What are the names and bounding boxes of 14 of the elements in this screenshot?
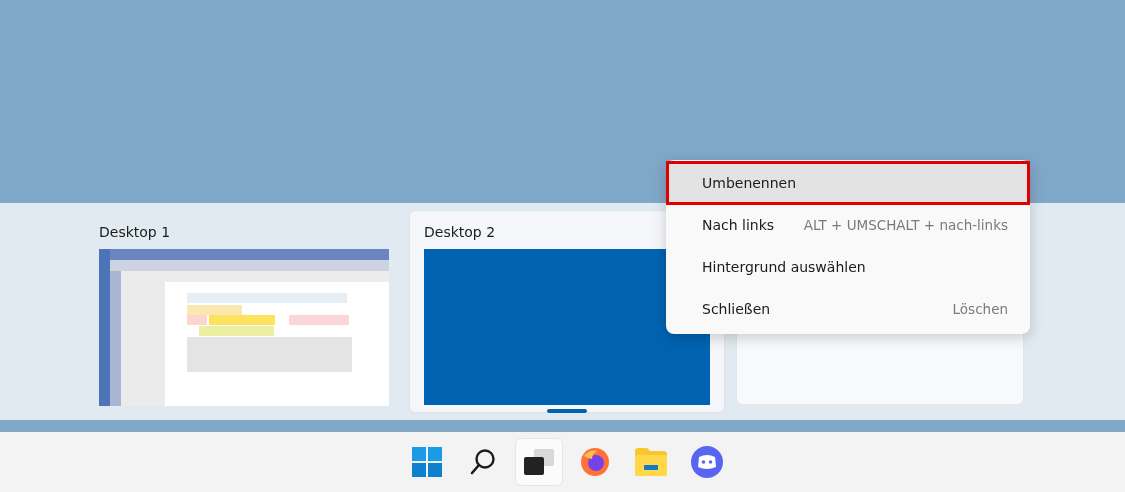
menu-item[interactable]: Schließen Löschen <box>667 288 1029 330</box>
task-view-icon <box>523 449 554 475</box>
browser-icon <box>579 447 610 477</box>
menu-item[interactable]: Umbenennen <box>667 162 1029 204</box>
shortcut-hint: Löschen <box>952 301 1008 317</box>
taskbar-button[interactable] <box>515 439 562 485</box>
menu-item[interactable]: Nach links ALT + UMSCHALT + nach-links <box>667 204 1029 246</box>
menu-item[interactable]: Hintergrund auswählen <box>667 246 1029 288</box>
chat-app-icon <box>690 446 723 478</box>
shortcut-hint: ALT + UMSCHALT + nach-links <box>803 217 1008 233</box>
folder-icon <box>634 448 667 476</box>
desktop-title: Desktop 1 <box>99 223 172 242</box>
windows-logo-icon <box>411 447 442 477</box>
search-icon <box>469 448 496 476</box>
